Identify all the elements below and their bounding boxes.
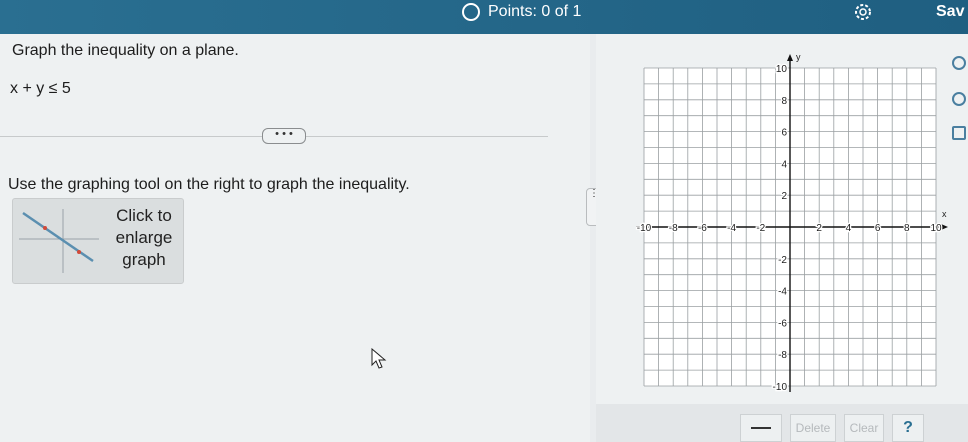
instruction-text: Use the graphing tool on the right to gr…: [8, 176, 410, 193]
y-tick-label: -6: [778, 318, 787, 329]
y-tick-label: 8: [781, 96, 787, 107]
x-tick-label: -6: [698, 223, 707, 234]
y-axis-label: y: [796, 52, 801, 62]
x-tick-label: 10: [930, 223, 942, 234]
points-label: Points: 0 of 1: [488, 3, 582, 20]
save-button[interactable]: Sav: [936, 3, 964, 21]
y-tick-label: 6: [781, 128, 787, 139]
delete-button[interactable]: Delete: [790, 414, 836, 442]
gear-icon[interactable]: [852, 1, 874, 23]
square-icon[interactable]: [952, 126, 966, 140]
y-tick-label: 4: [781, 159, 787, 170]
points-indicator: Points: 0 of 1: [462, 2, 581, 22]
circle-icon: [462, 3, 480, 21]
circle-icon[interactable]: [952, 56, 966, 70]
x-tick-label: -10: [637, 223, 652, 234]
clear-button[interactable]: Clear: [844, 414, 884, 442]
x-axis-arrow: [941, 224, 948, 230]
more-button[interactable]: • • •: [262, 128, 306, 144]
help-button[interactable]: ?: [892, 414, 924, 442]
y-tick-label: -2: [778, 255, 787, 266]
line-tool-button[interactable]: [740, 414, 782, 442]
circle-icon[interactable]: [952, 92, 966, 106]
y-tick-label: 10: [776, 64, 788, 75]
y-tick-label: -4: [778, 287, 787, 298]
x-tick-label: -8: [669, 223, 678, 234]
question-prompt: Graph the inequality on a plane.: [12, 42, 239, 59]
x-tick-label: 6: [875, 223, 881, 234]
y-tick-label: 2: [781, 191, 787, 202]
x-tick-label: 4: [846, 223, 852, 234]
y-axis-arrow: [787, 54, 793, 61]
x-tick-label: -4: [727, 223, 736, 234]
enlarge-graph-button[interactable]: Click to enlarge graph: [12, 198, 184, 284]
enlarge-label-line: graph: [122, 250, 166, 269]
enlarge-label-line: Click to: [116, 206, 172, 225]
y-tick-label: -10: [773, 382, 788, 393]
x-tick-label: 2: [816, 223, 822, 234]
y-tick-label: -8: [778, 350, 787, 361]
x-tick-label: 8: [904, 223, 910, 234]
graph-thumbnail-icon: [19, 209, 99, 273]
enlarge-label-line: enlarge: [115, 228, 173, 247]
inequality-text: x + y ≤ 5: [10, 80, 71, 97]
enlarge-label: Click to enlarge graph: [105, 205, 183, 271]
x-axis-label: x: [942, 209, 947, 219]
mouse-cursor-icon: [371, 348, 387, 369]
x-tick-label: -2: [756, 223, 765, 234]
coordinate-graph[interactable]: x y -10 -8 -6 -4 -2 2 4 6 8 10 10 8 6 4 2 -2 -4 -6 -8 -10: [620, 42, 950, 398]
